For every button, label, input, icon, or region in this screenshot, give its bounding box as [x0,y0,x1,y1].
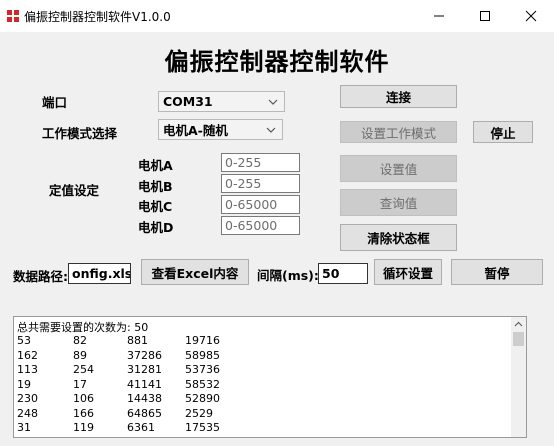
log-cell: 53736 [185,363,220,376]
app-logo-icon [6,8,20,23]
log-cell: 248 [17,406,38,420]
log-cell: 19716 [185,334,220,347]
log-cell: 64865 [127,406,162,420]
minimize-button[interactable] [416,0,462,32]
status-log[interactable]: 总共需要设置的次数为: 50 53 82 881 19716 162 89 37286 589… [13,316,527,438]
motor-a-input[interactable]: 0-255 [221,153,300,172]
log-cell: 53 [17,334,31,347]
port-select-value: COM31 [163,94,213,109]
interval-label: 间隔(ms): [257,268,319,283]
log-cell: 58985 [185,348,220,362]
log-cell: 17 [73,377,87,391]
view-excel-button[interactable]: 查看Excel内容 [141,259,249,285]
window-title: 偏振控制器控制软件V1.0.0 [24,10,171,24]
clear-status-button[interactable]: 清除状态框 [340,224,457,251]
chevron-down-icon [266,127,276,133]
query-value-button[interactable]: 查询值 [340,189,457,216]
log-cell: 6361 [127,421,155,434]
close-icon [525,10,537,22]
log-cell: 52890 [185,392,220,405]
log-cell: 2529 [185,406,213,420]
log-cell: 119 [73,421,94,434]
chevron-up-icon [514,321,523,327]
data-path-input[interactable]: onfig.xlsx [68,263,131,284]
motor-c-label: 电机C [138,199,173,214]
stop-button[interactable]: 停止 [473,121,533,143]
setpoint-group-label: 定值设定 [49,183,100,198]
chevron-down-icon [268,99,278,105]
motor-a-label: 电机A [138,158,173,173]
log-scrollbar[interactable] [511,317,526,437]
port-label: 端口 [42,95,68,110]
mode-select-value: 电机A-随机 [163,123,228,138]
log-cell: 82 [73,334,87,347]
motor-b-input[interactable]: 0-255 [221,174,300,193]
motor-b-label: 电机B [138,179,173,194]
mode-label: 工作模式选择 [42,126,118,141]
log-cell: 14438 [127,392,162,405]
log-cell: 230 [17,392,38,405]
log-cell: 31281 [127,363,162,376]
log-cell: 37286 [127,348,162,362]
log-cell: 162 [17,348,38,362]
scroll-thumb[interactable] [513,332,524,346]
port-select[interactable]: COM31 [158,91,285,112]
set-value-button[interactable]: 设置值 [340,155,457,182]
close-button[interactable] [508,0,554,32]
scroll-up-button[interactable] [511,317,526,331]
interval-input[interactable]: 50 [318,263,368,284]
minimize-icon [434,15,444,17]
log-cell: 89 [73,348,87,362]
data-path-label: 数据路径: [13,269,68,284]
log-cell: 113 [17,363,38,376]
log-cell: 58532 [185,377,220,391]
log-cell: 881 [127,334,148,347]
log-header: 总共需要设置的次数为: 50 [17,321,149,334]
log-cell: 41141 [127,377,162,391]
motor-d-input[interactable]: 0-65000 [221,216,300,235]
log-cell: 31 [17,421,31,434]
log-cell: 19 [17,377,31,391]
loop-set-button[interactable]: 循环设置 [374,259,442,285]
maximize-button[interactable] [462,0,508,32]
log-cell: 17535 [185,421,220,434]
pause-button[interactable]: 暂停 [451,259,543,285]
mode-select[interactable]: 电机A-随机 [158,119,283,140]
log-cell: 106 [73,392,94,405]
connect-button[interactable]: 连接 [340,85,457,108]
set-mode-button[interactable]: 设置工作模式 [340,121,457,143]
motor-d-label: 电机D [138,220,174,235]
maximize-icon [480,11,490,21]
log-cell: 166 [73,406,94,420]
log-cell: 254 [73,363,94,376]
motor-c-input[interactable]: 0-65000 [221,195,300,214]
page-title: 偏振控制器控制软件 [164,48,390,76]
